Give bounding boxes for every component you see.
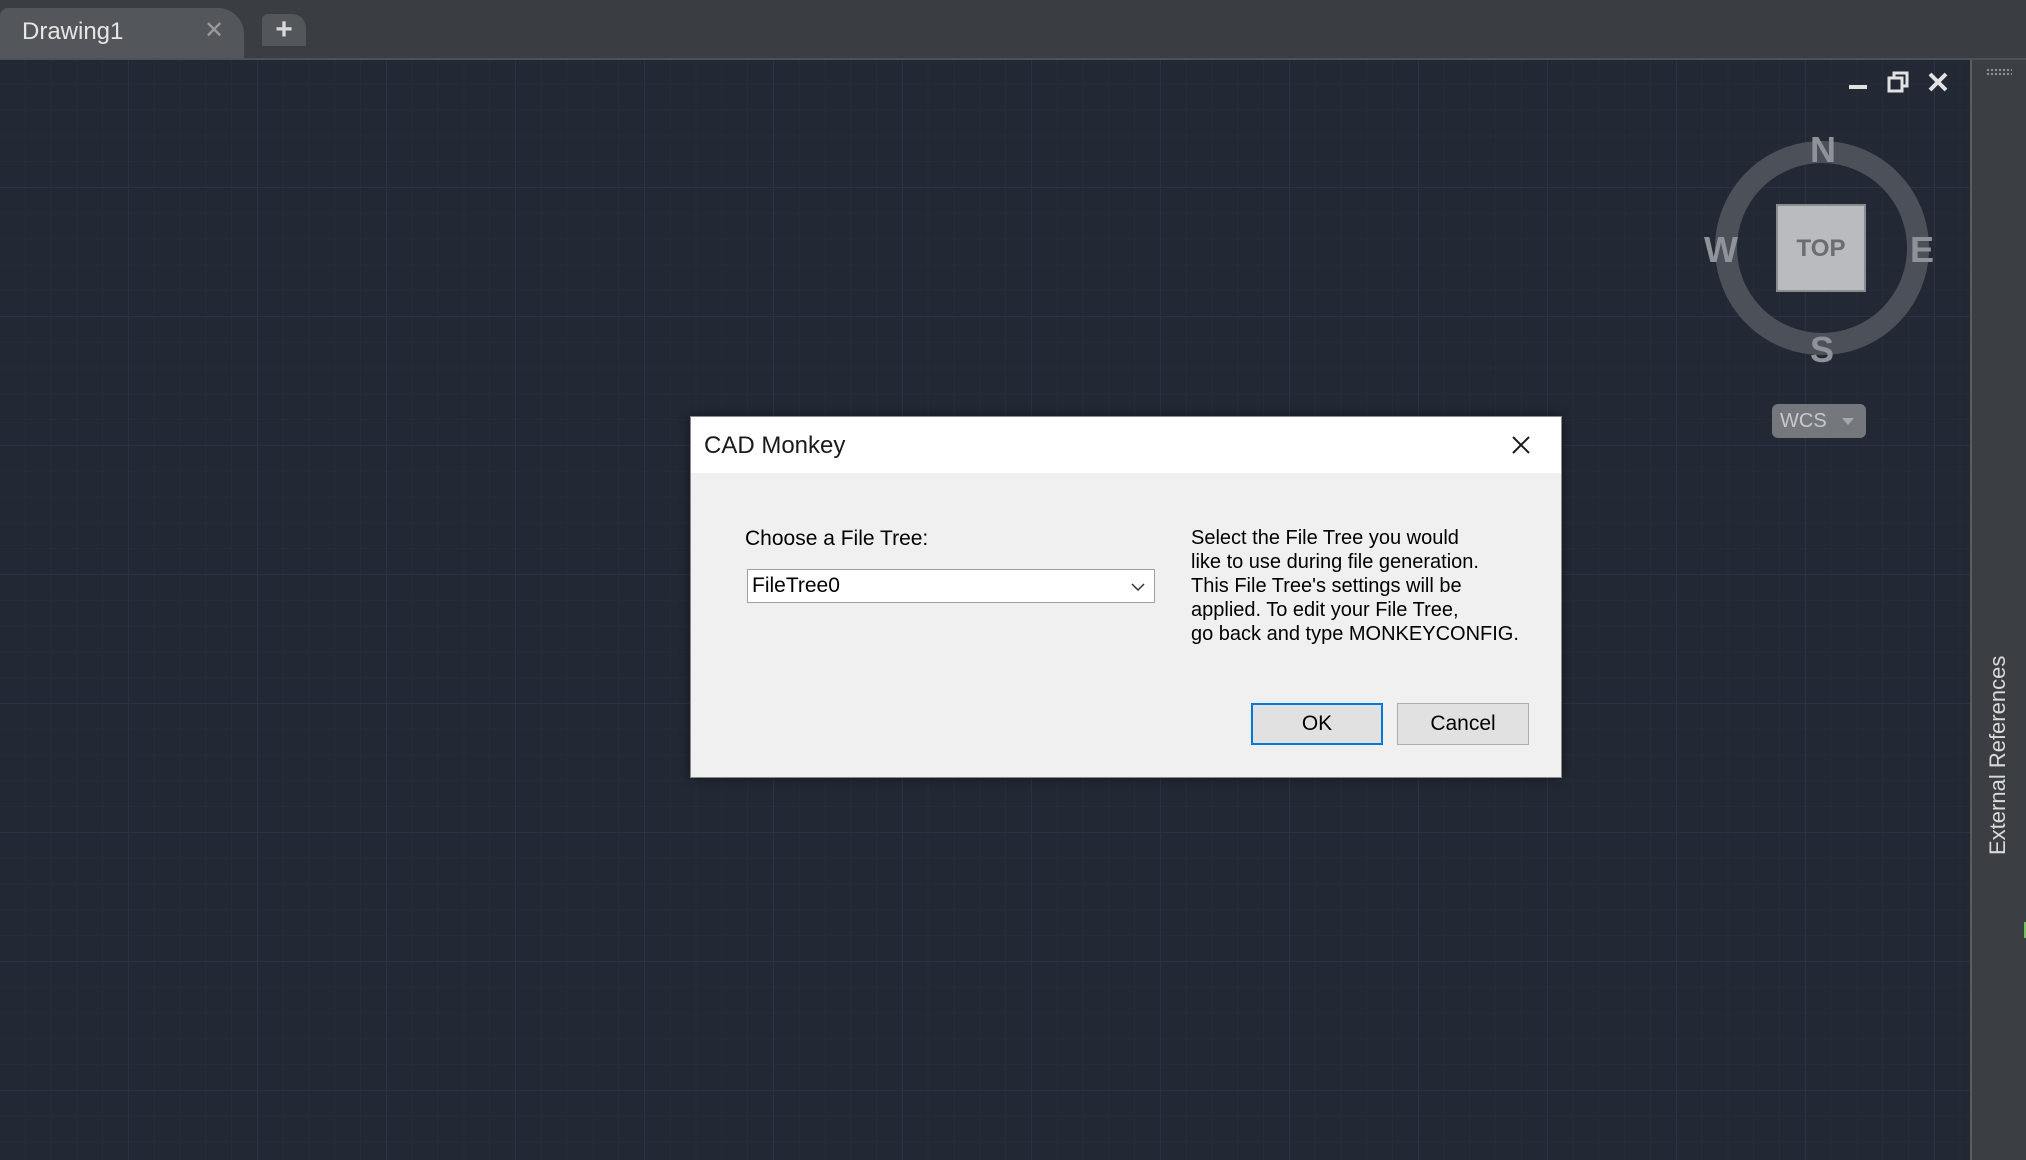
viewcube-top-face[interactable]: TOP [1776,204,1866,292]
cad-monkey-dialog: CAD Monkey Choose a File Tree: FileTree0… [690,416,1562,778]
tab-drawing1[interactable]: Drawing1 ✕ [0,8,244,58]
tab-label: Drawing1 [22,18,124,45]
close-icon[interactable] [1926,70,1950,94]
chevron-down-icon [1130,579,1146,595]
dialog-close-icon[interactable] [1507,431,1535,459]
minimize-icon[interactable] [1846,70,1870,94]
document-tab-bar: Drawing1 ✕ + [0,0,2026,60]
chevron-down-icon [1842,418,1854,425]
compass-north[interactable]: N [1810,132,1836,168]
compass-west[interactable]: W [1704,232,1738,268]
file-tree-label: Choose a File Tree: [745,527,929,550]
dialog-titlebar[interactable]: CAD Monkey [691,417,1561,473]
file-tree-select[interactable]: FileTree0 [747,569,1155,603]
compass-east[interactable]: E [1910,232,1934,268]
file-tree-selected-value: FileTree0 [752,574,840,597]
wcs-label: WCS [1780,410,1827,432]
palette-title[interactable]: External References [1976,650,2020,860]
dialog-title: CAD Monkey [704,432,846,459]
compass-south[interactable]: S [1810,332,1834,368]
viewport-controls [1846,70,1950,94]
new-tab-button[interactable]: + [262,14,306,46]
grip-icon[interactable] [1986,68,2012,76]
external-references-palette[interactable]: External References [1970,60,2026,1160]
dialog-help-text: Select the File Tree you would like to u… [1191,527,1519,645]
tab-close-icon[interactable]: ✕ [204,19,224,43]
wcs-menu-button[interactable]: WCS [1772,404,1866,438]
restore-icon[interactable] [1886,70,1910,94]
ok-button[interactable]: OK [1251,703,1383,745]
viewcube[interactable]: N S E W TOP [1698,128,1938,378]
cancel-button[interactable]: Cancel [1397,703,1529,745]
